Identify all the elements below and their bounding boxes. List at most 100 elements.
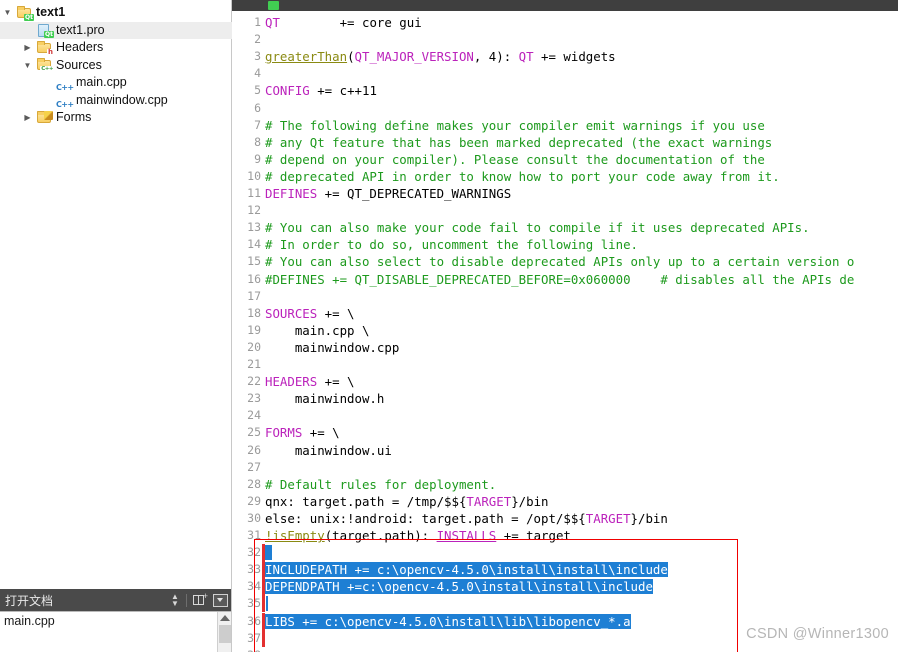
code-line[interactable]: greaterThan(QT_MAJOR_VERSION, 4): QT += … [265,48,616,65]
scrollbar-thumb[interactable] [219,625,231,643]
qt-pro-file-icon: Qt [35,22,54,39]
line-number: 21 [247,357,261,371]
code-line[interactable]: mainwindow.ui [265,442,392,459]
code-line[interactable]: CONFIG += c++11 [265,82,377,99]
code-token: # any Qt feature that has been marked de… [265,134,773,150]
tree-item-text1-pro[interactable]: Qt text1.pro [0,21,232,39]
tree-item-label: text1 [36,5,66,19]
open-document-item[interactable]: main.cpp [0,612,231,630]
code-token: CONFIG [265,83,310,99]
tree-item-text1[interactable]: Qttext1 [0,4,232,22]
modified-line-marker [262,595,265,613]
code-token: #DEFINES += QT_DISABLE_DEPRECATED_BEFORE… [265,271,855,287]
project-sidebar: Qttext1Qttext1.prohHeadersC++SourcesC++m… [0,0,232,652]
code-token: # The following define makes your compil… [265,117,765,133]
code-line[interactable]: # You can also select to disable depreca… [265,253,854,270]
open-documents-list[interactable]: main.cpp [0,611,231,652]
tree-item-label: main.cpp [76,75,127,89]
line-number: 7 [254,117,261,132]
code-line[interactable]: DEFINES += QT_DEPRECATED_WARNINGS [265,185,511,202]
code-line[interactable]: FORMS += \ [265,424,340,441]
line-number: 16 [247,271,261,286]
headers-folder-icon: h [35,40,54,56]
modified-line-marker [262,561,265,579]
line-number: 2 [254,32,261,47]
open-documents-title: 打开文档 [5,593,54,608]
modified-line-marker [262,629,265,647]
chevron-down-icon[interactable] [0,4,15,22]
chevron-right-icon[interactable] [20,109,35,127]
code-token: QT_MAJOR_VERSION [354,49,474,65]
modified-line-marker [262,544,265,562]
code-token: qnx: target.path = /tmp/$${ [265,493,467,509]
open-documents-header: 打开文档 ▲ ▼ + [0,589,231,611]
code-line[interactable]: mainwindow.h [265,390,385,407]
split-view-icon[interactable]: + [187,589,209,611]
code-line[interactable]: # You can also make your code fail to co… [265,219,810,236]
chevron-right-icon[interactable] [20,39,35,57]
code-line[interactable]: HEADERS += \ [265,373,355,390]
project-tree[interactable]: Qttext1Qttext1.prohHeadersC++SourcesC++m… [0,4,232,127]
line-number: 1 [254,15,261,29]
sort-order-icon[interactable]: ▲ ▼ [164,589,186,611]
tree-item-label: text1.pro [56,22,105,37]
code-token: mainwindow.h [265,391,385,407]
code-token: greaterThan [265,49,348,65]
tree-item-sources[interactable]: C++Sources [0,57,232,75]
code-token: TARGET [466,493,512,509]
code-line[interactable]: # In order to do so, uncomment the follo… [265,236,638,253]
code-token: else: unix:!android: target.path = /opt/… [265,510,586,526]
tree-item-main-cpp[interactable]: C++ main.cpp [0,74,232,92]
line-number: 17 [247,288,261,303]
code-line[interactable]: mainwindow.cpp [265,339,399,356]
code-line[interactable]: QT += core gui [265,14,422,31]
scroll-up-arrow-icon[interactable] [219,615,230,621]
line-number: 10 [247,168,261,183]
code-line[interactable]: # The following define makes your compil… [265,117,765,134]
tree-item-forms[interactable]: Forms [0,109,232,127]
sources-folder-icon: C++ [35,57,54,74]
code-line[interactable]: # Default rules for deployment. [265,476,496,493]
code-token: += QT_DEPRECATED_WARNINGS [317,186,512,201]
code-token: # You can also make your code fail to co… [265,220,810,236]
tree-item-label: Forms [56,110,92,124]
line-number: 3 [254,49,261,64]
code-line[interactable]: else: unix:!android: target.path = /opt/… [265,510,668,527]
line-number: 28 [247,476,261,491]
code-line[interactable]: qnx: target.path = /tmp/$${TARGET}/bin [265,493,549,510]
line-number: 8 [254,134,261,149]
chevron-down-icon[interactable] [20,57,35,75]
code-line[interactable]: # any Qt feature that has been marked de… [265,134,772,151]
code-token: mainwindow.ui [265,442,392,458]
code-line[interactable]: #DEFINES += QT_DISABLE_DEPRECATED_BEFORE… [265,271,854,288]
code-line[interactable]: # deprecated API in order to know how to… [265,168,780,185]
code-token: # In order to do so, uncomment the follo… [265,237,638,253]
code-token: ( [347,49,355,65]
code-editor[interactable]: 1 2 3 4 5 6 7 8 9 10 11 12 13 14 15 16 17 18 19 20 21 22 23 24 2… [232,11,898,652]
code-line[interactable]: # depend on your compiler). Please consu… [265,151,765,168]
line-number: 18 [247,305,261,320]
code-line[interactable]: SOURCES += \ [265,305,355,322]
code-token: HEADERS [265,374,318,390]
line-number: 24 [247,408,261,423]
line-number: 26 [247,442,261,457]
panel-options-button[interactable] [209,589,231,611]
tree-item-label: mainwindow.cpp [76,92,168,107]
code-token: += \ [302,425,340,441]
tree-item-headers[interactable]: hHeaders [0,39,232,57]
code-token: QT [265,15,280,30]
code-token: # deprecated API in order to know how to… [265,168,780,184]
line-number: 11 [247,186,261,200]
open-documents-scrollbar[interactable] [217,612,231,652]
opencv-config-highlight-box [254,539,738,652]
code-line[interactable]: main.cpp \ [265,322,370,339]
code-token: += widgets [533,49,616,65]
line-number: 25 [247,425,261,440]
code-token: += \ [317,374,355,390]
code-token: TARGET [585,510,631,526]
tree-item-mainwindow-cpp[interactable]: C++ mainwindow.cpp [0,92,232,110]
code-token: FORMS [265,425,303,441]
code-token: SOURCES [265,305,318,321]
code-token: += core gui [279,15,422,30]
line-number: 27 [247,459,261,474]
